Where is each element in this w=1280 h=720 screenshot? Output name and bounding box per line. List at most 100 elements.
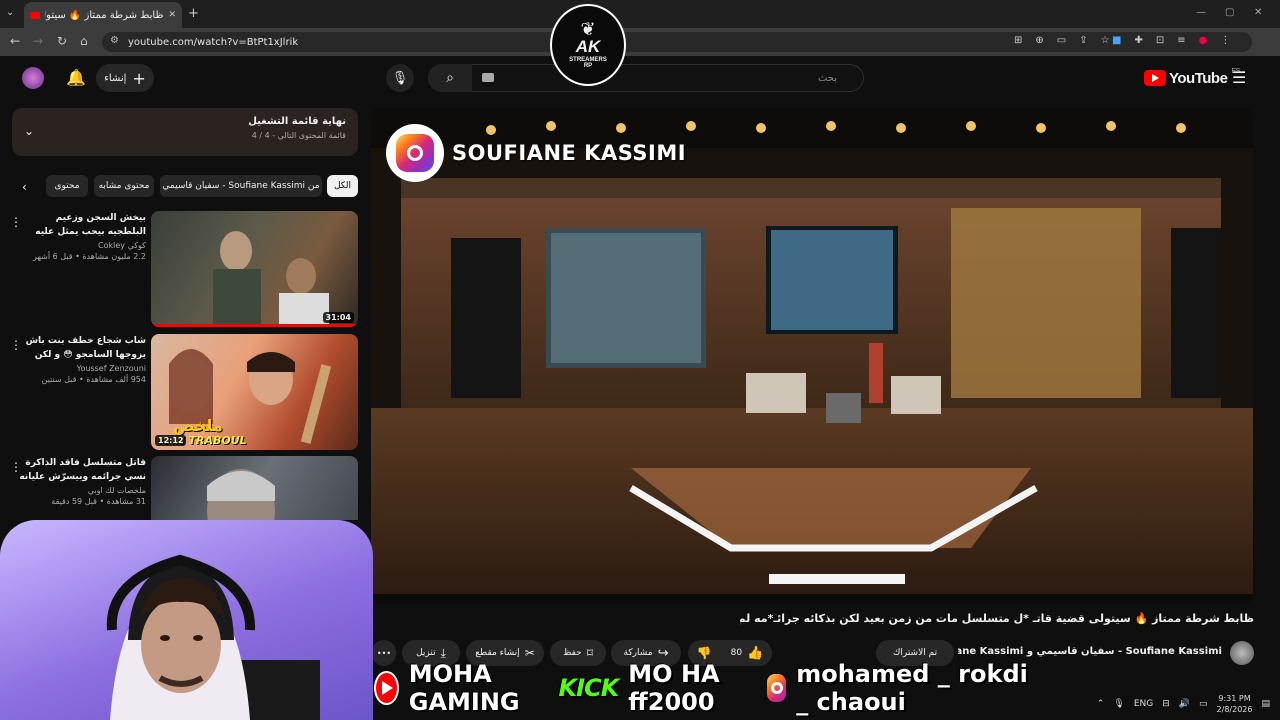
new-tab-button[interactable]: + <box>188 6 199 21</box>
share-page-icon[interactable]: ⇪ <box>1079 35 1087 46</box>
tray-overflow-chevron-icon[interactable]: ⌃ <box>1097 699 1105 709</box>
playlist-panel[interactable]: نهاية قائمة التشغيل قائمة المحتوى التالي… <box>12 108 358 156</box>
video-duration: 31:04 <box>322 312 354 323</box>
share-label: مشاركة <box>623 648 653 658</box>
instagram-icon <box>766 674 787 702</box>
minimize-icon[interactable]: — <box>1196 7 1206 18</box>
ak-streamers-badge: ❦ AK STREAMERS RP <box>550 4 626 86</box>
chip-all[interactable]: الكل <box>327 175 358 197</box>
save-button[interactable]: ⌑ حفظ <box>550 640 606 666</box>
video-title-main: ظابط شرطة ممتاز 🔥 سيتولى قضية قاتـ *ل مت… <box>740 612 1254 625</box>
playlist-subtitle: قائمة المحتوى التالي - 4 / 4 <box>251 131 346 140</box>
video-channel[interactable]: Youssef Zenzouni <box>18 364 146 373</box>
thumbs-down-icon[interactable]: 👎 <box>697 646 712 660</box>
banner-kick-name: MO HA ff2000 <box>628 660 720 716</box>
video-player[interactable] <box>371 108 1253 604</box>
clock-time: 9:31 PM <box>1218 694 1251 703</box>
profile-icon[interactable]: ● <box>1199 35 1208 46</box>
chip-related[interactable]: محتوى مشابه <box>94 175 154 197</box>
zoom-icon[interactable]: ⊕ <box>1035 35 1043 46</box>
bookmark-star-icon[interactable]: ☆ <box>1101 35 1110 46</box>
thumbs-up-icon[interactable]: 👍 <box>747 646 763 661</box>
more-actions-button[interactable]: ••• <box>372 640 396 666</box>
tab-close-icon[interactable]: ✕ <box>168 10 176 20</box>
cast-icon[interactable]: ▭ <box>1057 35 1066 46</box>
site-info-icon[interactable]: ⚙ <box>110 35 119 46</box>
badge-sub2: RP <box>583 63 593 69</box>
taskbar-clock[interactable]: 9:31 PM 2/8/2026 <box>1217 693 1253 715</box>
extensions-puzzle-icon[interactable]: ✚ <box>1134 35 1142 46</box>
volume-icon[interactable]: 🔊 <box>1179 699 1190 709</box>
like-count: 80 <box>730 648 743 658</box>
video-meta: 31 مشاهدة • قبل 59 دقيقة <box>51 497 146 506</box>
chip-more[interactable]: محتوى <box>46 175 88 197</box>
related-video-3[interactable]: قاتل متسلسل فاقد الذاكرة نسي جرائمه وبيس… <box>12 456 358 520</box>
video-info: بيخش السجن وزعيم البلطجيه بيحب يمثل عليه… <box>18 211 146 261</box>
reload-icon[interactable]: ↻ <box>57 34 67 48</box>
translate-icon[interactable]: ⊞ <box>1014 35 1022 46</box>
keyboard-icon[interactable] <box>482 73 494 82</box>
clock-date: 2/8/2026 <box>1216 705 1253 714</box>
instagram-overlay: SOUFIANE KASSIMI <box>386 124 686 182</box>
microphone-icon[interactable]: 🎙 <box>1113 699 1124 709</box>
thumbnail-caption: ملخص <box>173 416 223 435</box>
voice-search-mic-icon[interactable]: 🎙 <box>386 64 414 92</box>
streamer-webcam <box>0 520 373 720</box>
account-avatar[interactable] <box>22 67 44 89</box>
back-icon[interactable]: ← <box>10 34 20 48</box>
extension-actions: ■ ✚ ⊡ ≡ ● ⋮ <box>1112 35 1230 46</box>
browser-actions: ⊞ ⊕ ▭ ⇪ ☆ <box>1014 35 1110 46</box>
tab-search-icon[interactable]: ⊡ <box>1156 35 1164 46</box>
download-icon: ⤓ <box>440 645 446 660</box>
battery-icon[interactable]: ▭ <box>1199 699 1208 709</box>
network-icon[interactable]: ⊟ <box>1162 699 1170 709</box>
forward-icon[interactable]: → <box>33 34 43 48</box>
channel-name[interactable]: Soufiane Kassimi - سفيان قاسيمي و Soufia… <box>958 646 1222 657</box>
more-actions-icon[interactable]: ⋮ <box>10 338 22 352</box>
banner-kick-label: KICK <box>558 674 620 702</box>
language-indicator[interactable]: ENG <box>1134 699 1153 709</box>
video-title[interactable]: شاب شجاع خطف بنت باش يزوجها السامجو 😳 و … <box>18 334 146 362</box>
related-video-1[interactable]: 31:04 بيخش السجن وزعيم البلطجيه بيحب يمث… <box>10 211 358 327</box>
create-button[interactable]: إنشاء + <box>96 64 154 92</box>
notifications-bell-icon[interactable]: 🔔 <box>66 68 86 87</box>
notifications-icon[interactable]: ▤ <box>1261 699 1270 709</box>
bookmark-icon: ⌑ <box>586 646 593 660</box>
search-button[interactable]: ⌕ <box>428 64 472 92</box>
video-title[interactable]: قاتل متسلسل فاقد الذاكرة نسي جرائمه وبيس… <box>18 456 146 484</box>
youtube-favicon-icon <box>30 11 40 19</box>
tab-list-icon[interactable]: ⌄ <box>6 7 14 18</box>
more-actions-icon[interactable]: ⋮ <box>12 460 22 474</box>
extension-icon[interactable]: ■ <box>1112 35 1121 46</box>
thumbnail-scene <box>213 231 329 327</box>
related-video-2[interactable]: ملخص A IN TRABOUL 12:12 شاب شجاع خطف بنت… <box>10 334 358 450</box>
youtube-logo[interactable]: YouTube ES <box>1144 68 1240 88</box>
video-frame-scene <box>371 108 1253 604</box>
chips-scroll-left-icon[interactable]: ‹ <box>22 180 27 194</box>
youtube-play-icon <box>1144 70 1166 86</box>
chip-from-channel[interactable]: من Soufiane Kassimi - سفيان قاسيمي <box>160 175 322 197</box>
maximize-icon[interactable]: ▢ <box>1225 7 1234 18</box>
guide-menu-icon[interactable]: ☰ <box>1232 68 1246 87</box>
playlist-expand-chevron-icon[interactable]: ⌄ <box>24 124 34 138</box>
instagram-icon <box>386 124 444 182</box>
system-tray: ⌃ 🎙 ENG ⊟ 🔊 ▭ 9:31 PM 2/8/2026 ▤ <box>1096 688 1280 720</box>
video-thumbnail[interactable]: ملخص A IN TRABOUL 12:12 <box>151 334 358 450</box>
more-actions-icon[interactable]: ⋮ <box>10 215 22 229</box>
media-icon[interactable]: ≡ <box>1177 35 1185 46</box>
video-channel[interactable]: كوكي Cokley <box>18 241 146 250</box>
home-icon[interactable]: ⌂ <box>80 34 88 48</box>
channel-avatar[interactable] <box>1230 641 1254 665</box>
webcam-scene <box>106 554 320 720</box>
close-window-icon[interactable]: ✕ <box>1254 7 1262 18</box>
video-channel[interactable]: ملخصات لك اوبي <box>18 486 146 495</box>
clip-label: إنشاء مقطع <box>475 648 520 658</box>
stream-social-banner: MOHA GAMING KICK MO HA ff2000 mohamed _ … <box>374 660 1038 716</box>
browser-menu-icon[interactable]: ⋮ <box>1220 35 1230 46</box>
instagram-overlay-name: SOUFIANE KASSIMI <box>452 141 687 165</box>
video-thumbnail[interactable]: 31:04 <box>151 211 358 327</box>
youtube-logo-text: YouTube <box>1169 69 1228 87</box>
browser-tab[interactable]: ظابط شرطة ممتاز 🔥 سيتولى ✕ <box>24 2 182 28</box>
video-title[interactable]: بيخش السجن وزعيم البلطجيه بيحب يمثل عليه… <box>18 211 146 239</box>
video-thumbnail[interactable] <box>151 456 358 520</box>
